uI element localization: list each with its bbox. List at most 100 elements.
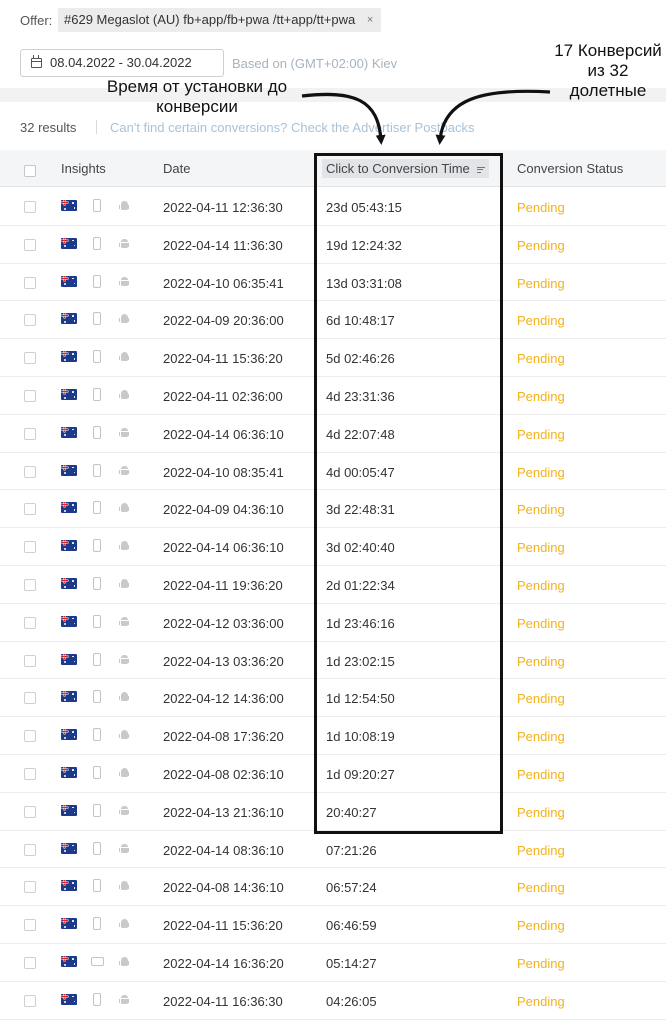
row-checkbox[interactable] bbox=[24, 390, 36, 402]
close-icon[interactable]: × bbox=[367, 8, 373, 32]
row-checkbox[interactable] bbox=[24, 805, 36, 818]
australia-flag-icon bbox=[61, 313, 77, 325]
row-checkbox[interactable] bbox=[24, 730, 36, 743]
row-checkbox[interactable] bbox=[24, 276, 36, 289]
row-checkbox[interactable] bbox=[24, 579, 36, 591]
table-row[interactable]: 2022-04-14 06:36:10 4d 22:07:48 Pending bbox=[0, 415, 666, 453]
cell-conversion-status: Pending bbox=[517, 918, 565, 934]
row-checkbox[interactable] bbox=[24, 654, 36, 667]
table-row[interactable]: 2022-04-12 03:36:00 1d 23:46:16 Pending bbox=[0, 604, 666, 642]
cell-date: 2022-04-08 02:36:10 bbox=[163, 767, 284, 782]
table-row[interactable]: 2022-04-14 08:36:10 07:21:26 Pending bbox=[0, 831, 666, 869]
australia-flag-icon bbox=[61, 615, 77, 627]
cell-date: 2022-04-14 06:36:10 bbox=[163, 540, 284, 556]
cell-conversion-status: Pending bbox=[517, 502, 565, 518]
android-icon bbox=[119, 276, 129, 287]
row-checkbox[interactable] bbox=[24, 352, 36, 365]
row-checkbox[interactable] bbox=[24, 503, 36, 516]
cell-click-to-conversion-time: 07:21:26 bbox=[326, 842, 377, 858]
table-row[interactable]: 2022-04-10 08:35:41 4d 00:05:47 Pending bbox=[0, 453, 666, 491]
table-row[interactable]: 2022-04-11 02:36:00 4d 23:31:36 Pending bbox=[0, 377, 666, 415]
table-row[interactable]: 2022-04-12 14:36:00 1d 12:54:50 Pending bbox=[0, 679, 666, 718]
australia-flag-icon bbox=[61, 275, 77, 287]
android-icon bbox=[119, 654, 129, 665]
table-row[interactable]: 2022-04-13 21:36:10 20:40:27 Pending bbox=[0, 793, 666, 831]
cell-conversion-status: Pending bbox=[517, 200, 565, 215]
android-icon bbox=[119, 541, 129, 551]
table-row[interactable]: 2022-04-09 20:36:00 6d 10:48:17 Pending bbox=[0, 301, 666, 340]
row-checkbox[interactable] bbox=[24, 994, 36, 1007]
advertiser-postbacks-link[interactable]: Can't find certain conversions? Check th… bbox=[110, 120, 475, 135]
phone-icon bbox=[93, 312, 101, 326]
cell-click-to-conversion-time: 20:40:27 bbox=[326, 804, 377, 820]
cell-date: 2022-04-14 08:36:10 bbox=[163, 842, 284, 858]
cell-click-to-conversion-time: 4d 22:07:48 bbox=[326, 426, 395, 442]
phone-icon bbox=[93, 199, 101, 212]
annotation-right: 17 Конверсий из 32 долетные bbox=[554, 41, 662, 101]
cell-click-to-conversion-time: 3d 22:48:31 bbox=[326, 502, 395, 518]
cell-date: 2022-04-14 06:36:10 bbox=[163, 426, 284, 442]
table-row[interactable]: 2022-04-14 11:36:30 19d 12:24:32 Pending bbox=[0, 226, 666, 264]
table-row[interactable]: 2022-04-08 02:36:10 1d 09:20:27 Pending bbox=[0, 755, 666, 793]
row-checkbox[interactable] bbox=[24, 843, 36, 856]
phone-icon bbox=[93, 274, 101, 288]
cell-click-to-conversion-time: 04:26:05 bbox=[326, 993, 377, 1009]
row-checkbox[interactable] bbox=[24, 314, 36, 327]
row-checkbox[interactable] bbox=[24, 201, 36, 213]
offer-chip[interactable]: #629 Megaslot (AU) fb+app/fb+pwa /tt+app… bbox=[58, 8, 382, 32]
table-row[interactable]: 2022-04-11 16:36:30 04:26:05 Pending bbox=[0, 982, 666, 1020]
table-row[interactable]: 2022-04-11 12:36:30 23d 05:43:15 Pending bbox=[0, 188, 666, 226]
cell-date: 2022-04-11 19:36:20 bbox=[163, 578, 283, 593]
row-checkbox[interactable] bbox=[24, 881, 36, 894]
table-row[interactable]: 2022-04-11 15:36:20 5d 02:46:26 Pending bbox=[0, 339, 666, 377]
table-row[interactable]: 2022-04-10 06:35:41 13d 03:31:08 Pending bbox=[0, 264, 666, 302]
phone-icon bbox=[93, 992, 101, 1006]
row-checkbox[interactable] bbox=[24, 465, 36, 478]
date-range-picker[interactable]: 08.04.2022 - 30.04.2022 bbox=[20, 49, 224, 77]
header-click-to-conversion-time[interactable]: Click to Conversion Time bbox=[322, 159, 490, 178]
phone-icon bbox=[93, 728, 101, 742]
cell-click-to-conversion-time: 05:14:27 bbox=[326, 956, 377, 971]
header-conversion-status: Conversion Status bbox=[517, 161, 624, 176]
row-checkbox[interactable] bbox=[24, 238, 36, 251]
australia-flag-icon bbox=[61, 502, 77, 514]
table-row[interactable]: 2022-04-11 19:36:20 2d 01:22:34 Pending bbox=[0, 566, 666, 604]
table-row[interactable]: 2022-04-14 16:36:20 05:14:27 Pending bbox=[0, 944, 666, 982]
row-checkbox[interactable] bbox=[24, 692, 36, 705]
timezone-note: Based on (GMT+02:00) Kiev bbox=[232, 56, 398, 71]
cell-click-to-conversion-time: 1d 10:08:19 bbox=[326, 729, 395, 745]
row-checkbox[interactable] bbox=[24, 541, 36, 554]
cell-conversion-status: Pending bbox=[517, 426, 565, 442]
australia-flag-icon bbox=[61, 426, 77, 438]
table-row[interactable]: 2022-04-08 14:36:10 06:57:24 Pending bbox=[0, 868, 666, 907]
cell-date: 2022-04-12 14:36:00 bbox=[163, 691, 284, 707]
australia-flag-icon bbox=[61, 880, 77, 892]
table-row[interactable]: 2022-04-09 04:36:10 3d 22:48:31 Pending bbox=[0, 490, 666, 529]
table-row[interactable]: 2022-04-11 15:36:20 06:46:59 Pending bbox=[0, 906, 666, 944]
row-checkbox[interactable] bbox=[24, 616, 36, 629]
table-row[interactable]: 2022-04-08 17:36:20 1d 10:08:19 Pending bbox=[0, 717, 666, 755]
row-checkbox[interactable] bbox=[24, 768, 36, 780]
row-checkbox[interactable] bbox=[24, 919, 36, 932]
australia-flag-icon bbox=[61, 804, 77, 816]
cell-date: 2022-04-10 06:35:41 bbox=[163, 275, 284, 291]
table-row[interactable]: 2022-04-14 06:36:10 3d 02:40:40 Pending bbox=[0, 528, 666, 566]
cell-conversion-status: Pending bbox=[517, 956, 565, 971]
cell-conversion-status: Pending bbox=[517, 880, 565, 896]
phone-icon bbox=[93, 539, 101, 553]
row-checkbox[interactable] bbox=[24, 957, 36, 969]
annotation-left: Время от установки до конверсии bbox=[106, 77, 288, 117]
table-header: Insights Date Click to Conversion Time C… bbox=[0, 150, 666, 187]
sort-icon[interactable] bbox=[477, 165, 486, 174]
phone-icon bbox=[93, 425, 101, 439]
cell-conversion-status: Pending bbox=[517, 275, 565, 291]
phone-icon bbox=[93, 766, 101, 779]
cell-date: 2022-04-10 08:35:41 bbox=[163, 464, 284, 480]
table-row[interactable]: 2022-04-13 03:36:20 1d 23:02:15 Pending bbox=[0, 642, 666, 680]
header-date[interactable]: Date bbox=[163, 161, 190, 176]
phone-icon bbox=[93, 690, 101, 704]
row-checkbox[interactable] bbox=[24, 427, 36, 440]
cell-click-to-conversion-time: 23d 05:43:15 bbox=[326, 200, 402, 215]
select-all-checkbox[interactable] bbox=[24, 165, 36, 177]
cell-date: 2022-04-11 15:36:20 bbox=[163, 918, 283, 934]
